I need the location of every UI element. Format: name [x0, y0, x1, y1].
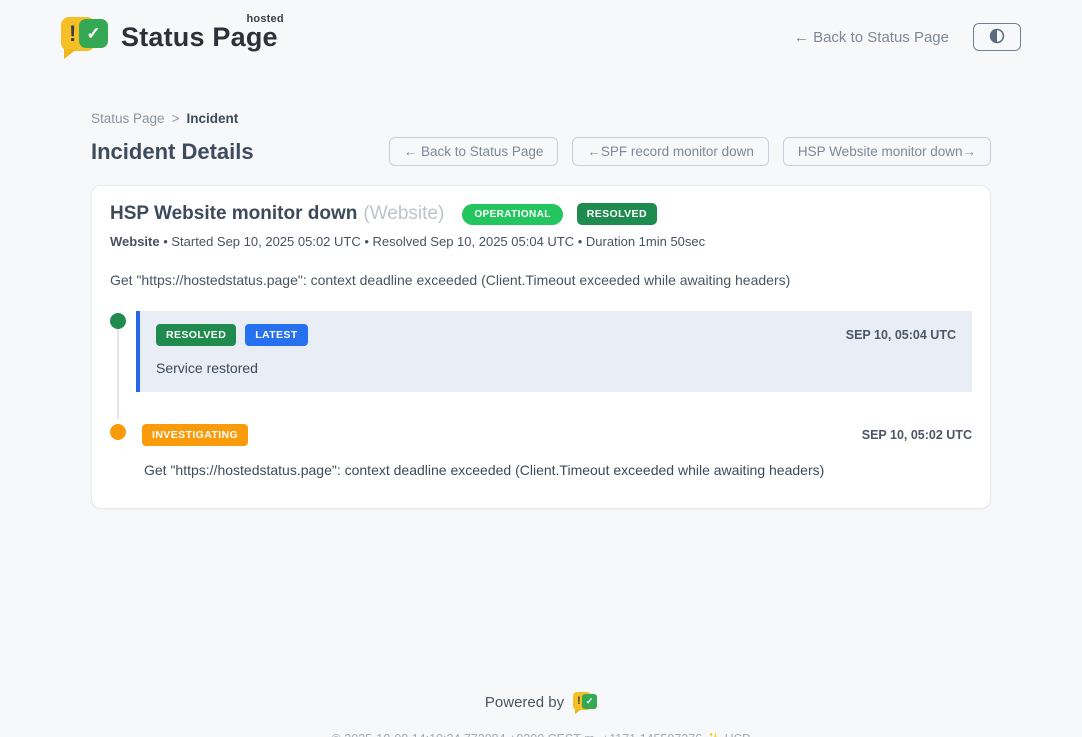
logo-text: Status Page hosted	[121, 22, 278, 53]
bubble-tail	[575, 709, 582, 714]
status-page-logo-icon: ! ✓	[61, 15, 109, 59]
powered-by-label: Powered by	[485, 694, 564, 711]
update-header: RESOLVED LATEST SEP 10, 05:04 UTC	[156, 324, 956, 346]
timeline-entry-resolved: RESOLVED LATEST SEP 10, 05:04 UTC Servic…	[110, 311, 972, 392]
brand-logo[interactable]: ! ✓ Status Page hosted	[61, 15, 278, 59]
incident-timeline: RESOLVED LATEST SEP 10, 05:04 UTC Servic…	[110, 311, 972, 478]
investigating-badge: INVESTIGATING	[142, 424, 248, 446]
check-icon: ✓	[79, 19, 108, 48]
meta-details: • Started Sep 10, 2025 05:02 UTC • Resol…	[160, 234, 706, 249]
incident-card: HSP Website monitor down (Website) OPERA…	[91, 185, 991, 509]
previous-incident-button[interactable]: ←SPF record monitor down	[572, 137, 769, 166]
logo-hosted-label: hosted	[247, 13, 284, 25]
breadcrumb-current: Incident	[186, 111, 238, 126]
page-title: Incident Details	[91, 139, 254, 165]
timeline-dot-resolved	[110, 313, 126, 329]
powered-by: Powered by ! ✓	[0, 691, 1082, 713]
breadcrumb-separator: >	[172, 111, 180, 126]
half-circle-icon	[988, 27, 1006, 48]
footer: Powered by ! ✓ © 2025-10-08 14:10:34.772…	[0, 691, 1082, 737]
timeline-dot-investigating	[110, 424, 126, 440]
update-timestamp: SEP 10, 05:02 UTC	[862, 428, 972, 442]
status-page-logo-icon-small[interactable]: ! ✓	[573, 691, 597, 713]
main-container: Status Page > Incident Incident Details ← …	[91, 111, 991, 509]
update-message: Get "https://hostedstatus.page": context…	[142, 462, 972, 478]
incident-nav-buttons: ← Back to Status Page ←SPF record monito…	[389, 137, 991, 166]
latest-badge: LATEST	[245, 324, 307, 346]
operational-status-badge: OPERATIONAL	[462, 204, 562, 225]
incident-title: HSP Website monitor down	[110, 203, 357, 225]
update-header: INVESTIGATING SEP 10, 05:02 UTC	[142, 424, 972, 446]
update-message: Service restored	[156, 360, 956, 376]
resolved-badge: RESOLVED	[156, 324, 236, 346]
header-right: ← Back to Status Page	[794, 23, 1021, 51]
timeline-entry-content: RESOLVED LATEST SEP 10, 05:04 UTC Servic…	[136, 311, 972, 392]
incident-meta: Website • Started Sep 10, 2025 05:02 UTC…	[110, 234, 972, 249]
theme-toggle-button[interactable]	[973, 23, 1021, 51]
timeline-entry-investigating: INVESTIGATING SEP 10, 05:02 UTC Get "htt…	[110, 422, 972, 478]
incident-description: Get "https://hostedstatus.page": context…	[110, 272, 972, 288]
incident-title-row: HSP Website monitor down (Website) OPERA…	[110, 203, 972, 225]
bubble-tail	[64, 49, 77, 59]
copyright-line: © 2025-10-08 14:10:34.772084 +0200 CEST …	[0, 732, 1082, 737]
update-timestamp: SEP 10, 05:04 UTC	[846, 328, 956, 342]
update-badges: INVESTIGATING	[142, 424, 248, 446]
meta-component: Website	[110, 234, 160, 249]
breadcrumb-root[interactable]: Status Page	[91, 111, 165, 126]
breadcrumb: Status Page > Incident	[91, 111, 991, 126]
resolved-status-badge: RESOLVED	[577, 203, 657, 225]
timeline-entry-content: INVESTIGATING SEP 10, 05:02 UTC Get "htt…	[136, 422, 972, 478]
incident-component: (Website)	[363, 203, 444, 225]
title-row: Incident Details ← Back to Status Page ←…	[91, 137, 991, 166]
next-incident-button[interactable]: HSP Website monitor down→	[783, 137, 991, 166]
update-badges: RESOLVED LATEST	[156, 324, 308, 346]
back-to-status-page-link[interactable]: ← Back to Status Page	[794, 29, 949, 46]
back-to-status-page-button[interactable]: ← Back to Status Page	[389, 137, 559, 166]
header: ! ✓ Status Page hosted ← Back to Status …	[61, 0, 1021, 59]
logo-title: Status Page	[121, 22, 278, 52]
latest-update-box: RESOLVED LATEST SEP 10, 05:04 UTC Servic…	[136, 311, 972, 392]
check-icon: ✓	[582, 694, 597, 709]
